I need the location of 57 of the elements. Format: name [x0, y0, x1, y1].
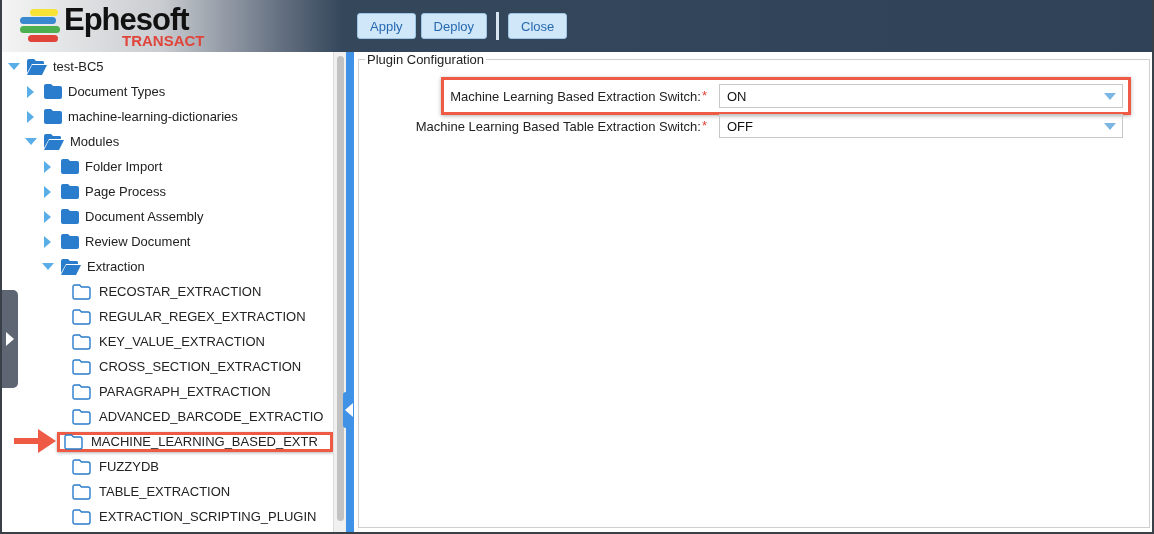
- tree-item[interactable]: Document Assembly: [85, 209, 204, 224]
- required-mark: *: [701, 88, 707, 103]
- logo-text: Ephesoft: [64, 4, 190, 35]
- tree-item[interactable]: Page Process: [85, 184, 166, 199]
- toolbar-button[interactable]: Apply: [357, 13, 416, 39]
- required-mark: *: [701, 118, 707, 133]
- tree-item[interactable]: REGULAR_REGEX_EXTRACTION: [99, 309, 306, 324]
- panel-title: Plugin Configuration: [366, 52, 486, 67]
- folder-outline-icon: [72, 283, 91, 300]
- product-name: TRANSACT: [122, 33, 205, 48]
- dropdown[interactable]: OFF: [719, 114, 1123, 138]
- folder-icon: [61, 159, 79, 174]
- tree-item[interactable]: PARAGRAPH_EXTRACTION: [99, 384, 271, 399]
- close-button[interactable]: Close: [508, 13, 568, 39]
- open-folder-icon: [44, 133, 64, 150]
- tree-item[interactable]: machine-learning-dictionaries: [68, 109, 238, 124]
- folder-icon: [61, 184, 79, 199]
- folder-outline-icon: [72, 483, 91, 500]
- annotation-arrow: [12, 426, 58, 456]
- tree-item[interactable]: MACHINE_LEARNING_BASED_EXTR: [91, 434, 318, 449]
- tree-item[interactable]: KEY_VALUE_EXTRACTION: [99, 334, 265, 349]
- tree-item[interactable]: EXTRACTION_SCRIPTING_PLUGIN: [99, 509, 317, 524]
- folder-outline-icon: [72, 458, 91, 475]
- tree-item[interactable]: CROSS_SECTION_EXTRACTION: [99, 359, 302, 374]
- tree-item[interactable]: ADVANCED_BARCODE_EXTRACTIO: [99, 409, 324, 424]
- dropdown-arrow-icon: [1104, 92, 1116, 100]
- field-label: Machine Learning Based Extraction Switch:: [450, 88, 701, 104]
- folder-outline-icon: [72, 508, 91, 525]
- folder-outline-icon: [72, 408, 91, 425]
- tree-item[interactable]: FUZZYDB: [99, 459, 159, 474]
- dropdown[interactable]: ON: [719, 84, 1123, 108]
- field-label: Machine Learning Based Table Extraction Switch:: [415, 118, 701, 134]
- folder-outline-icon: [72, 383, 91, 400]
- caret-right-icon: [6, 332, 14, 346]
- folder-icon: [44, 109, 62, 124]
- tree-item[interactable]: Extraction: [87, 259, 145, 274]
- logo-icon: [18, 8, 62, 44]
- tree-item[interactable]: Review Document: [85, 234, 191, 249]
- dropdown-arrow-icon: [1104, 122, 1116, 130]
- folder-outline-icon: [72, 333, 91, 350]
- folder-icon: [61, 209, 79, 224]
- folder-icon: [44, 84, 62, 99]
- folder-icon: [61, 234, 79, 249]
- tree-item[interactable]: Document Types: [68, 84, 166, 99]
- folder-outline-icon: [64, 433, 83, 450]
- folder-outline-icon: [72, 308, 91, 325]
- tree-item[interactable]: RECOSTAR_EXTRACTION: [99, 284, 262, 299]
- expand-tab[interactable]: [2, 290, 18, 388]
- tree-item[interactable]: Folder Import: [85, 159, 163, 174]
- folder-outline-icon: [72, 358, 91, 375]
- toolbar-button[interactable]: Deploy: [420, 13, 487, 39]
- tree-item[interactable]: Modules: [70, 134, 120, 149]
- scrollbar[interactable]: [333, 52, 346, 532]
- open-folder-icon: [27, 58, 47, 75]
- tree-item[interactable]: test-BC5: [53, 59, 104, 74]
- tree-item[interactable]: TABLE_EXTRACTION: [99, 484, 231, 499]
- open-folder-icon: [61, 258, 81, 275]
